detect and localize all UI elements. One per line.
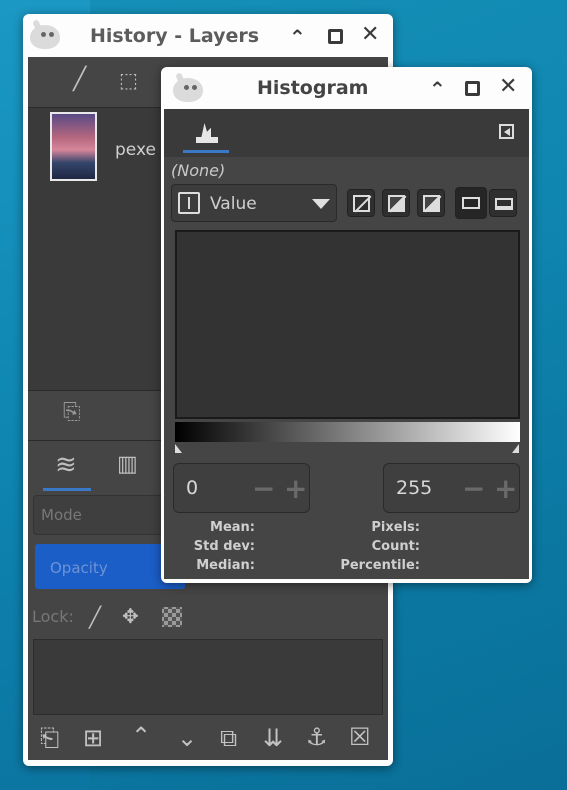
opacity-label: Opacity [50,559,108,577]
low-range-handle[interactable] [175,444,182,453]
window-title: History - Layers [90,25,260,47]
percentile-label: Percentile: [340,558,420,573]
lock-position-icon[interactable]: ✥ [122,605,139,627]
value-channel-icon-bar [188,197,190,209]
active-tab-indicator [43,488,91,491]
channels-icon[interactable]: ▥ [117,454,138,476]
titlebar[interactable]: History - Layers ⌃ ✕ [23,14,393,56]
new-layer-icon[interactable]: ⎗ [40,726,59,750]
histogram-window: Histogram ⌃ ✕ (None) Value 0 − + 255 − + [161,67,532,583]
lower-layer-icon[interactable]: ⌄ [177,726,197,750]
channel-label: Value [210,194,257,214]
titlebar[interactable]: Histogram ⌃ ✕ [161,67,532,109]
histogram-bars-button[interactable] [489,189,517,217]
maximize-icon[interactable] [328,29,343,44]
lock-label: Lock: [32,607,74,626]
paintbrush-icon[interactable]: ╱ [73,69,86,91]
gimp-logo-icon [30,25,60,49]
mean-label: Mean: [210,520,255,535]
decrement-button[interactable]: − [462,472,485,505]
perceptual-scale-button[interactable] [417,189,445,217]
pixels-label: Pixels: [371,520,420,535]
lock-alpha-icon[interactable] [162,607,182,627]
minimize-icon[interactable]: ⌃ [429,79,446,99]
decrement-button[interactable]: − [252,472,275,505]
layers-icon[interactable]: ≋ [55,452,77,478]
mode-label: Mode [41,506,82,524]
merge-layer-icon[interactable]: ⇊ [263,726,283,750]
lock-pixels-icon[interactable]: ╱ [89,606,101,628]
active-tab-indicator [183,150,229,153]
linear-scale-button[interactable] [347,189,375,217]
delete-layer-icon[interactable]: ☒ [349,725,371,749]
increment-button[interactable]: + [494,472,517,505]
layer-name[interactable]: pexe [115,140,156,160]
minimize-icon[interactable]: ⌃ [289,27,306,47]
new-image-icon[interactable]: ⎘ [63,402,81,424]
count-label: Count: [371,539,420,554]
std-dev-label: Std dev: [193,539,255,554]
tab-menu-arrow [504,128,510,136]
range-high-spinner[interactable]: 255 − + [383,463,520,513]
selection-icon[interactable]: ⬚ [119,69,138,91]
new-group-icon[interactable]: ⊞ [83,726,103,750]
range-low-spinner[interactable]: 0 − + [173,463,310,513]
image-name: (None) [171,161,226,180]
duplicate-layer-icon[interactable]: ⧉ [220,726,237,750]
anchor-layer-icon[interactable]: ⚓ [306,725,328,749]
layer-tree [33,639,383,715]
increment-button[interactable]: + [284,472,307,505]
log-scale-button[interactable] [382,189,410,217]
raise-layer-icon[interactable]: ⌃ [131,724,151,748]
gimp-logo-icon [173,78,203,102]
dropdown-arrow-icon [312,199,330,209]
value-gradient-bar[interactable] [175,422,520,442]
high-range-handle[interactable] [512,444,519,453]
close-icon[interactable]: ✕ [499,76,517,98]
close-icon[interactable]: ✕ [361,24,379,46]
range-high-value[interactable]: 255 [396,477,432,499]
histogram-graph[interactable] [175,230,520,419]
median-label: Median: [196,558,255,573]
maximize-icon[interactable] [465,81,480,96]
histogram-outline-button[interactable] [455,187,487,219]
layer-thumbnail[interactable] [50,112,97,181]
range-low-value[interactable]: 0 [186,477,198,499]
window-title: Histogram [257,77,369,99]
